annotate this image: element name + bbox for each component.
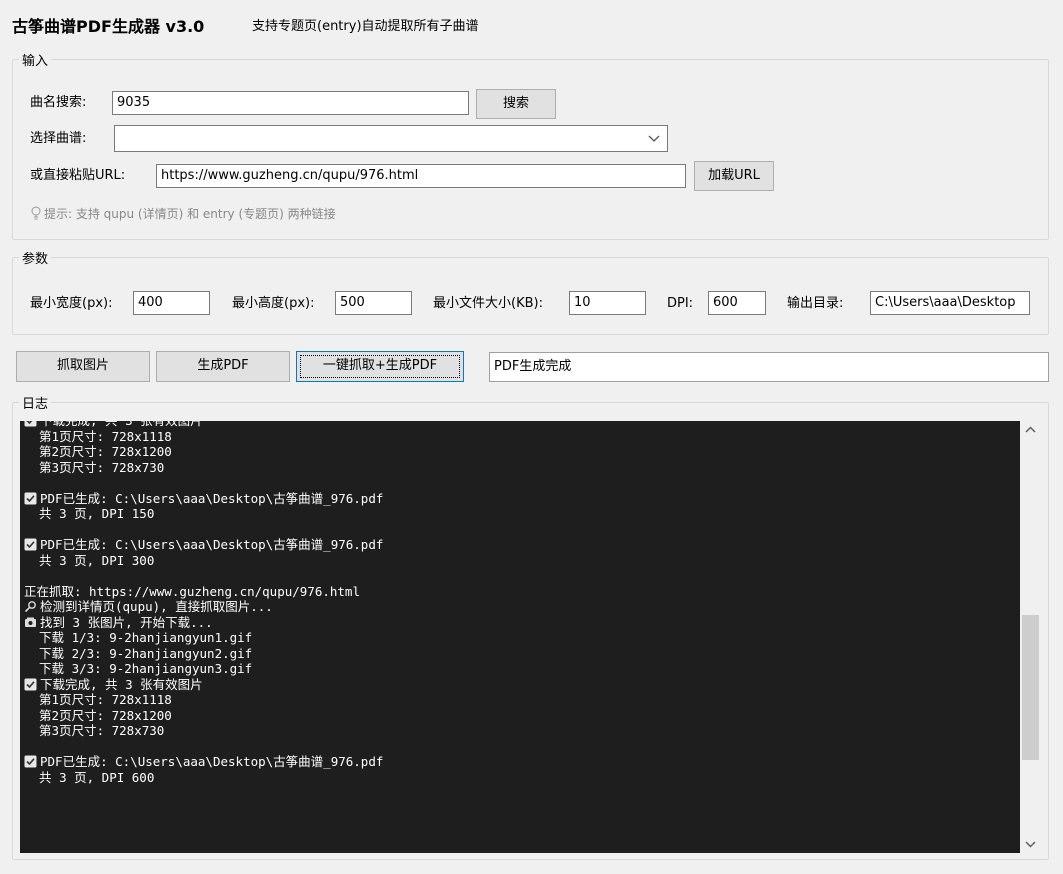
min-width-input[interactable]: 400 bbox=[133, 291, 210, 315]
check-icon bbox=[24, 492, 37, 504]
log-line-text: 下载 1/3: 9-2hanjiangyun1.gif bbox=[24, 630, 253, 645]
image-icon bbox=[25, 617, 36, 627]
log-line: PDF已生成: C:\Users\aaa\Desktop\古筝曲谱_976.pd… bbox=[24, 754, 383, 770]
generate-pdf-button[interactable]: 生成PDF bbox=[156, 351, 290, 382]
check-icon bbox=[24, 755, 37, 768]
log-line: 下载 1/3: 9-2hanjiangyun1.gif bbox=[24, 630, 383, 646]
log-line: 下载完成, 共 3 张有效图片 bbox=[24, 421, 383, 429]
log-line-text: 正在抓取: https://www.guzheng.cn/qupu/976.ht… bbox=[24, 583, 360, 599]
log-line-text: 下载完成, 共 3 张有效图片 bbox=[40, 676, 203, 692]
url-label: 或直接粘贴URL: bbox=[30, 168, 126, 183]
log-line: 找到 3 张图片, 开始下载... bbox=[24, 615, 383, 631]
scroll-up-arrow-icon[interactable] bbox=[1020, 421, 1041, 438]
log-line-text: 第3页尺寸: 728x730 bbox=[24, 459, 165, 475]
search-label: 曲名搜索: bbox=[30, 95, 87, 110]
check-icon bbox=[24, 678, 37, 690]
input-group-legend: 输入 bbox=[22, 54, 49, 69]
log-line: 共 3 页, DPI 300 bbox=[24, 553, 383, 569]
log-line: 第1页尺寸: 728x1118 bbox=[24, 429, 383, 445]
log-line: PDF已生成: C:\Users\aaa\Desktop\古筝曲谱_976.pd… bbox=[24, 491, 383, 507]
log-line: 正在抓取: https://www.guzheng.cn/qupu/976.ht… bbox=[24, 584, 383, 600]
output-dir-input[interactable]: C:\Users\aaa\Desktop bbox=[870, 291, 1030, 315]
log-line-text: PDF已生成: C:\Users\aaa\Desktop\古筝曲谱_976.pd… bbox=[40, 490, 384, 506]
log-line: 下载 2/3: 9-2hanjiangyun2.gif bbox=[24, 646, 383, 662]
log-line-text: 检测到详情页(qupu), 直接抓取图片... bbox=[40, 599, 273, 614]
log-line-text: PDF已生成: C:\Users\aaa\Desktop\古筝曲谱_976.pd… bbox=[40, 754, 384, 769]
output-dir-label: 输出目录: bbox=[787, 296, 844, 311]
scroll-thumb[interactable] bbox=[1022, 614, 1039, 760]
app-subtitle: 支持专题页(entry)自动提取所有子曲谱 bbox=[252, 19, 479, 34]
check-icon bbox=[24, 538, 37, 551]
log-line: 共 3 页, DPI 600 bbox=[24, 770, 383, 786]
log-lines: 下载完成, 共 3 张有效图片 第1页尺寸: 728x1118 第2页尺寸: 7… bbox=[24, 421, 383, 785]
hint-row: 提示: 支持 qupu (详情页) 和 entry (专题页) 两种链接 bbox=[30, 205, 336, 223]
log-line: 检测到详情页(qupu), 直接抓取图片... bbox=[24, 599, 383, 615]
oneclick-button-label: 一键抓取+生成PDF bbox=[322, 358, 438, 373]
log-line: 第2页尺寸: 728x1200 bbox=[24, 444, 383, 460]
status-field: PDF生成完成 bbox=[489, 352, 1049, 382]
scroll-down-arrow-icon[interactable] bbox=[1020, 836, 1041, 853]
log-line: 第3页尺寸: 728x730 bbox=[24, 723, 383, 739]
log-textarea[interactable]: 下载完成, 共 3 张有效图片 第1页尺寸: 728x1118 第2页尺寸: 7… bbox=[20, 421, 1020, 853]
log-line: 第1页尺寸: 728x1118 bbox=[24, 692, 383, 708]
url-input[interactable]: https://www.guzheng.cn/qupu/976.html bbox=[156, 164, 686, 188]
log-line-text: 第2页尺寸: 728x1200 bbox=[24, 707, 172, 723]
check-icon bbox=[24, 421, 37, 427]
log-line-text: 第3页尺寸: 728x730 bbox=[24, 723, 165, 738]
log-line: 下载 3/3: 9-2hanjiangyun3.gif bbox=[24, 661, 383, 677]
params-group-legend: 参数 bbox=[22, 252, 49, 267]
chevron-down-icon bbox=[648, 135, 660, 142]
log-line-text: 下载 3/3: 9-2hanjiangyun3.gif bbox=[24, 661, 253, 676]
log-group-legend: 日志 bbox=[22, 397, 49, 412]
log-line-text: 共 3 页, DPI 150 bbox=[24, 506, 155, 521]
search-icon bbox=[24, 601, 36, 613]
min-height-label: 最小高度(px): bbox=[232, 296, 315, 311]
log-line: 下载完成, 共 3 张有效图片 bbox=[24, 677, 383, 693]
fetch-images-button[interactable]: 抓取图片 bbox=[16, 351, 150, 382]
lightbulb-icon bbox=[31, 206, 41, 220]
min-size-input[interactable]: 10 bbox=[569, 291, 646, 315]
oneclick-button[interactable]: 一键抓取+生成PDF bbox=[296, 351, 464, 382]
dpi-input[interactable]: 600 bbox=[708, 291, 766, 315]
log-line: 第3页尺寸: 728x730 bbox=[24, 460, 383, 476]
log-line-text: 下载完成, 共 3 张有效图片 bbox=[40, 421, 203, 428]
min-size-label: 最小文件大小(KB): bbox=[433, 296, 543, 311]
log-line-text: 下载 2/3: 9-2hanjiangyun2.gif bbox=[24, 645, 253, 661]
dpi-label: DPI: bbox=[667, 296, 694, 311]
log-line: PDF已生成: C:\Users\aaa\Desktop\古筝曲谱_976.pd… bbox=[24, 537, 383, 553]
score-select[interactable] bbox=[114, 125, 668, 152]
min-width-label: 最小宽度(px): bbox=[30, 296, 113, 311]
min-height-input[interactable]: 500 bbox=[335, 291, 412, 315]
log-line-text: 共 3 页, DPI 600 bbox=[24, 769, 155, 785]
log-line-text: 第2页尺寸: 728x1200 bbox=[24, 444, 172, 459]
log-line-text: 第1页尺寸: 728x1118 bbox=[24, 692, 172, 707]
log-line-text: 第1页尺寸: 728x1118 bbox=[24, 428, 172, 444]
log-line: 第2页尺寸: 728x1200 bbox=[24, 708, 383, 724]
load-url-button[interactable]: 加载URL bbox=[694, 161, 774, 191]
log-line: 共 3 页, DPI 150 bbox=[24, 506, 383, 522]
log-line-text: PDF已生成: C:\Users\aaa\Desktop\古筝曲谱_976.pd… bbox=[40, 537, 384, 552]
select-label: 选择曲谱: bbox=[30, 131, 87, 146]
search-button[interactable]: 搜索 bbox=[476, 89, 556, 119]
search-input[interactable]: 9035 bbox=[112, 91, 469, 115]
app-title: 古筝曲谱PDF生成器 v3.0 bbox=[12, 17, 205, 36]
hint-text: 提示: 支持 qupu (详情页) 和 entry (专题页) 两种链接 bbox=[44, 207, 336, 221]
log-line-text: 共 3 页, DPI 300 bbox=[24, 552, 155, 568]
log-line-text: 找到 3 张图片, 开始下载... bbox=[40, 614, 213, 630]
log-scrollbar[interactable] bbox=[1020, 421, 1041, 853]
